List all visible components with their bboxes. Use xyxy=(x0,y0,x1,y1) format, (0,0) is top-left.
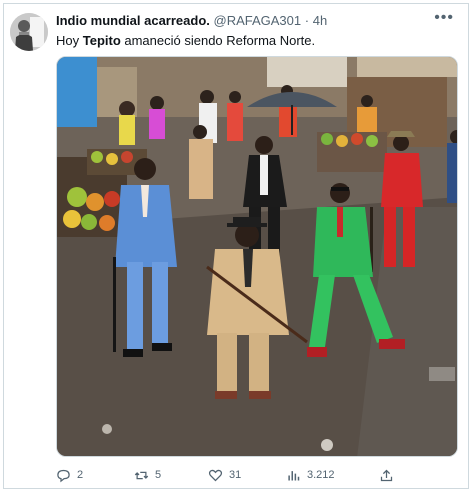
retweet-count: 5 xyxy=(155,469,162,481)
author-name[interactable]: Indio mundial acarreado. xyxy=(56,13,210,28)
heart-icon xyxy=(208,469,223,481)
more-options-button[interactable]: ••• xyxy=(434,9,454,27)
tweet-text-before: Hoy xyxy=(56,33,83,48)
tweet-photo[interactable] xyxy=(56,56,458,457)
tweet-card[interactable]: Indio mundial acarreado. @RAFAGA301 · 4h… xyxy=(3,3,469,489)
street-market-photo xyxy=(57,57,457,456)
share-button[interactable] xyxy=(379,468,394,483)
more-dots-icon: ••• xyxy=(434,9,454,26)
tweet-text-bold: Tepito xyxy=(82,33,121,48)
tweet-header: Indio mundial acarreado. @RAFAGA301 · 4h xyxy=(56,13,327,28)
avatar[interactable] xyxy=(10,13,48,51)
reply-button[interactable]: 2 xyxy=(56,468,83,483)
avatar-image xyxy=(10,13,48,51)
tweet-time[interactable]: 4h xyxy=(313,13,327,28)
tweet-actions: 2 5 31 3.212 xyxy=(56,464,406,486)
retweet-icon xyxy=(134,471,149,479)
author-handle[interactable]: @RAFAGA301 xyxy=(214,13,302,28)
header-separator: · xyxy=(304,13,310,28)
views-button[interactable]: 3.212 xyxy=(286,468,335,483)
like-button[interactable]: 31 xyxy=(208,468,241,483)
retweet-button[interactable]: 5 xyxy=(134,468,161,483)
views-bar-chart-icon xyxy=(288,470,300,480)
reply-icon xyxy=(57,469,70,482)
share-icon xyxy=(380,469,393,481)
tweet-text-after: amaneció siendo Reforma Norte. xyxy=(120,33,316,48)
views-count: 3.212 xyxy=(307,469,335,481)
like-count: 31 xyxy=(229,469,242,481)
reply-count: 2 xyxy=(77,469,84,481)
tweet-text: Hoy Tepito amaneció siendo Reforma Norte… xyxy=(56,33,315,48)
